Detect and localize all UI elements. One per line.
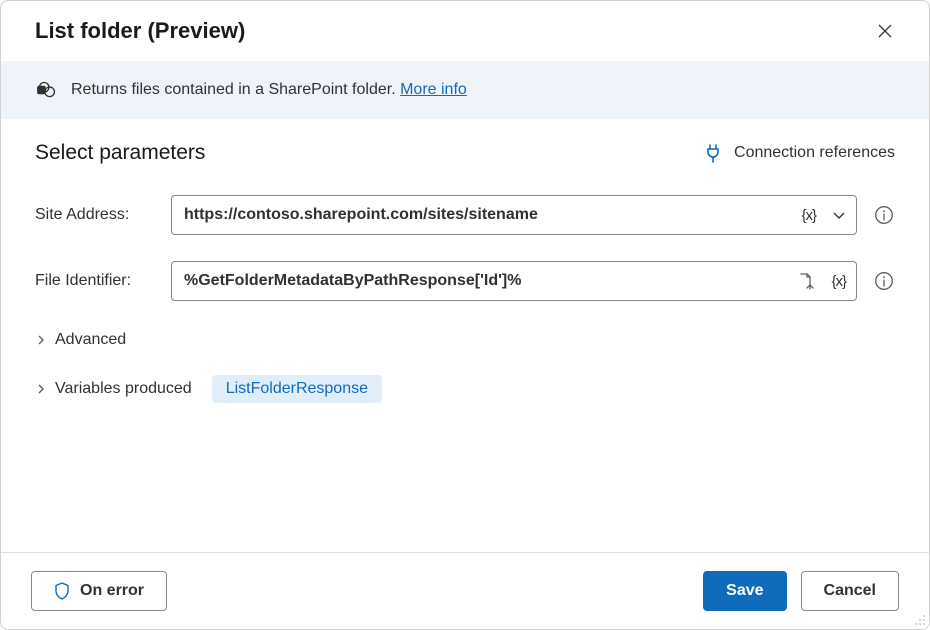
close-button[interactable] [871, 17, 899, 45]
cancel-button[interactable]: Cancel [801, 571, 899, 611]
variable-chip[interactable]: ListFolderResponse [212, 375, 382, 403]
info-icon [874, 271, 894, 291]
chevron-right-icon [35, 334, 47, 346]
variable-icon: {x} [831, 273, 846, 290]
advanced-label: Advanced [55, 331, 126, 349]
advanced-expander[interactable]: Advanced [35, 331, 895, 349]
field-site-address: Site Address: {x} [35, 195, 895, 235]
plug-icon [704, 143, 722, 163]
file-select-icon [797, 272, 815, 290]
more-info-link[interactable]: More info [400, 81, 467, 98]
save-label: Save [726, 582, 763, 600]
chevron-down-icon [832, 208, 846, 222]
file-picker-button[interactable] [789, 262, 823, 300]
insert-variable-button[interactable]: {x} [793, 196, 824, 234]
sharepoint-icon: S [35, 79, 57, 101]
file-identifier-input[interactable] [172, 272, 789, 290]
dialog-body: Select parameters Connection references … [1, 119, 929, 552]
connection-references-button[interactable]: Connection references [704, 143, 895, 163]
cancel-label: Cancel [824, 582, 876, 600]
site-address-input[interactable] [172, 206, 793, 224]
info-icon [874, 205, 894, 225]
site-address-label: Site Address: [35, 206, 155, 224]
site-address-input-wrap: {x} [171, 195, 857, 235]
on-error-button[interactable]: On error [31, 571, 167, 611]
connection-references-label: Connection references [734, 144, 895, 162]
save-button[interactable]: Save [703, 571, 786, 611]
on-error-label: On error [80, 582, 144, 600]
section-title: Select parameters [35, 141, 205, 165]
variable-icon: {x} [801, 207, 816, 224]
info-banner: S Returns files contained in a SharePoin… [1, 61, 929, 119]
file-identifier-input-wrap: {x} [171, 261, 857, 301]
variables-produced-label: Variables produced [55, 380, 192, 398]
file-identifier-info-button[interactable] [873, 270, 895, 292]
file-identifier-label: File Identifier: [35, 272, 155, 290]
close-icon [877, 23, 893, 39]
shield-icon [54, 582, 70, 600]
chevron-right-icon [35, 383, 47, 395]
dialog-title: List folder (Preview) [35, 18, 245, 44]
svg-text:S: S [40, 88, 43, 94]
insert-variable-button[interactable]: {x} [823, 262, 856, 300]
dialog: List folder (Preview) S Returns files co… [0, 0, 930, 630]
field-file-identifier: File Identifier: {x} [35, 261, 895, 301]
info-banner-text: Returns files contained in a SharePoint … [71, 81, 467, 99]
dialog-footer: On error Save Cancel [1, 552, 929, 629]
variables-produced-expander[interactable]: Variables produced ListFolderResponse [35, 375, 895, 403]
dialog-header: List folder (Preview) [1, 1, 929, 61]
site-address-info-button[interactable] [873, 204, 895, 226]
dropdown-button[interactable] [824, 196, 856, 234]
